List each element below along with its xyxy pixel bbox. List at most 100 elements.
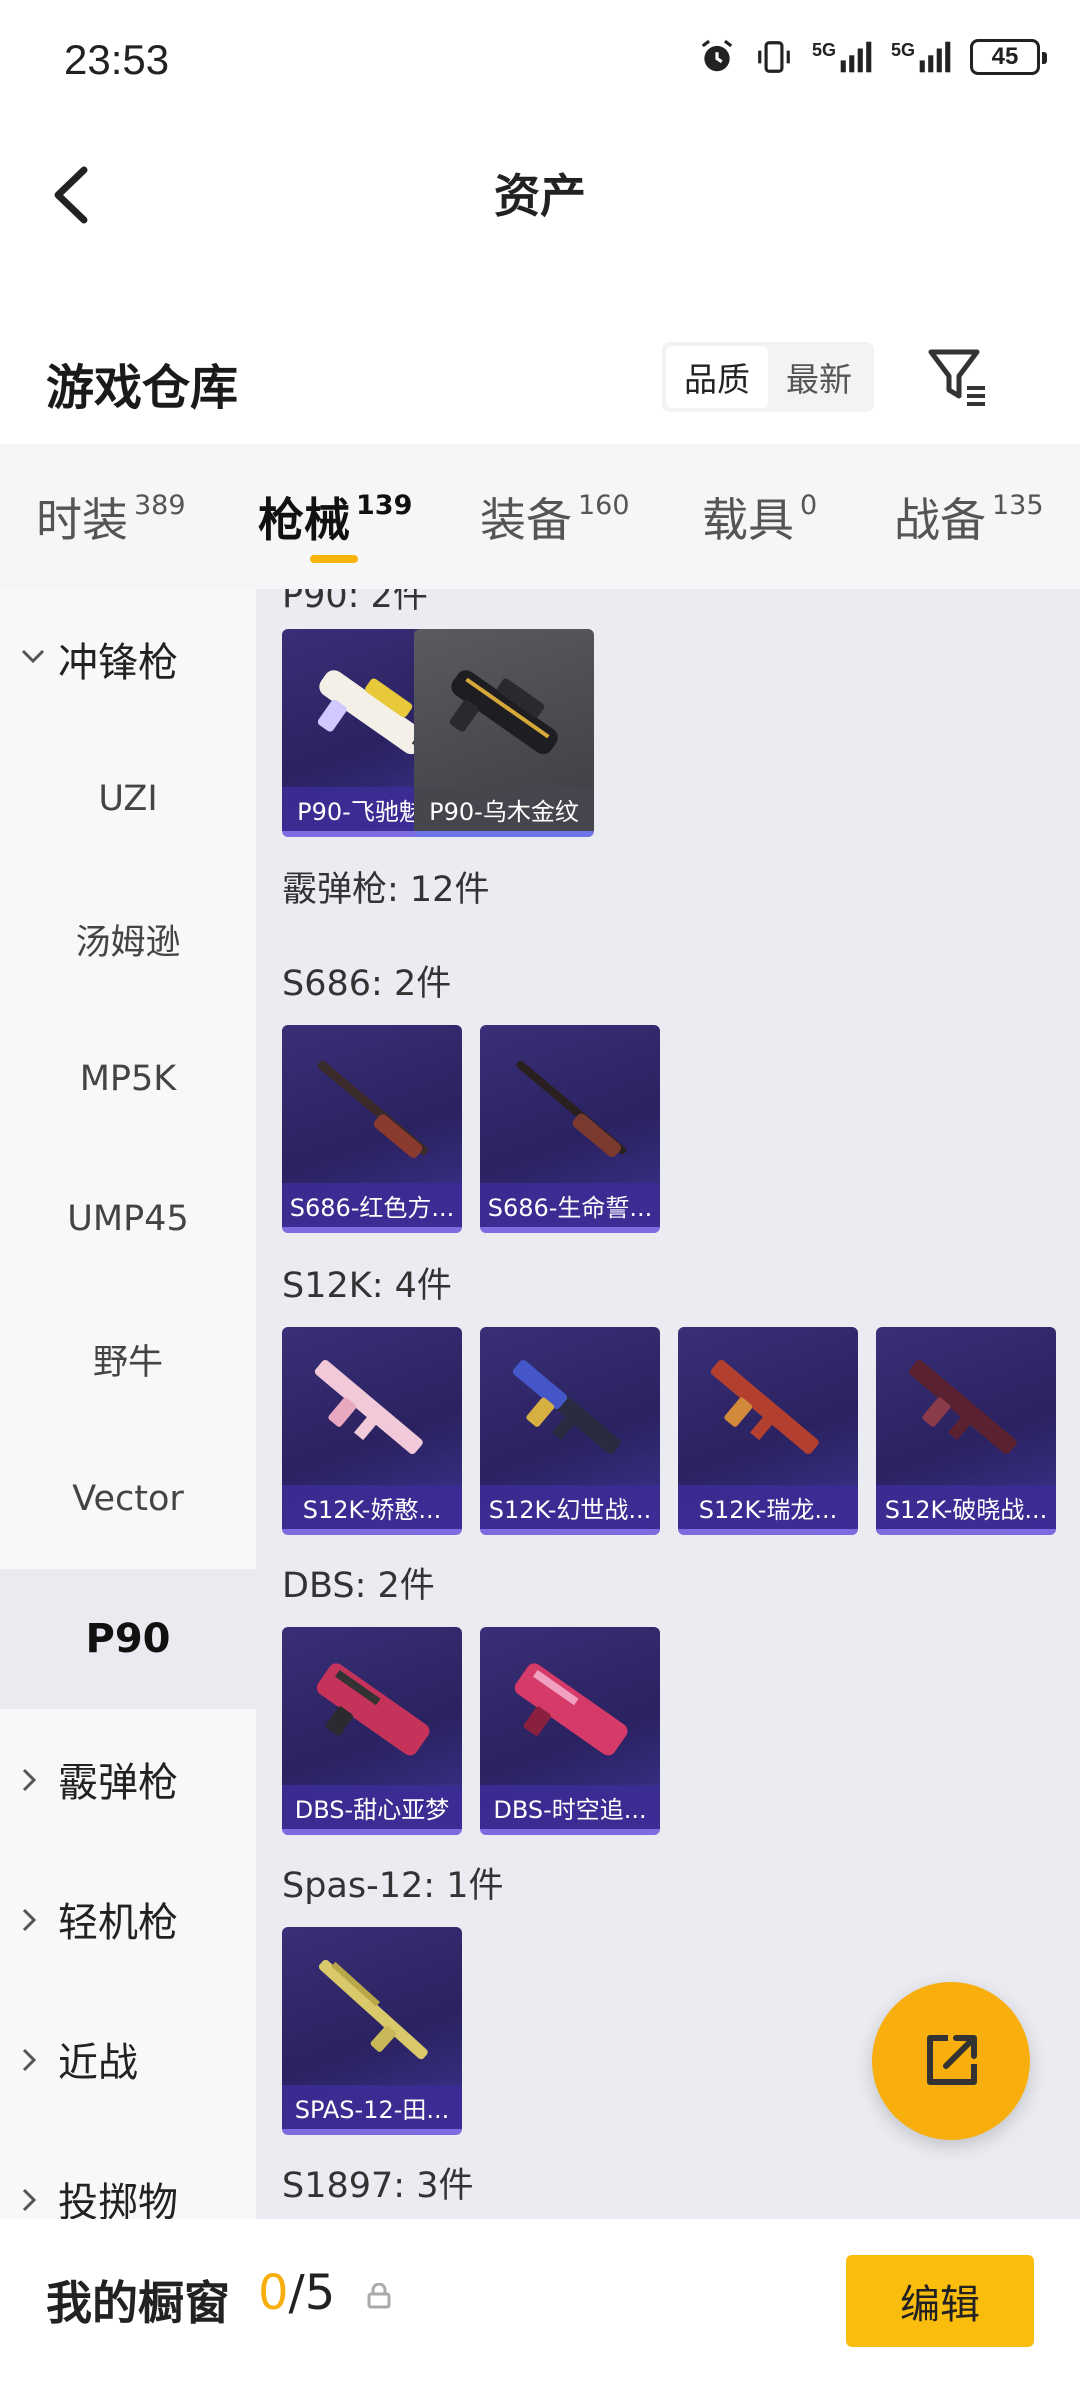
signal-5g-2: 5G — [891, 40, 952, 74]
sidebar-group-label: 冲锋枪 — [58, 640, 178, 686]
category-tabs: 时装 389 枪械 139 装备 160 载具 0 战备 135 — [0, 444, 1080, 589]
title-bar: 资产 — [0, 140, 1080, 250]
sidebar-item-thompson[interactable]: 汤姆逊 — [0, 869, 256, 1009]
weapon-card[interactable]: S12K-幻世战... — [480, 1327, 660, 1535]
lock-icon — [367, 2283, 391, 2309]
share-external-icon — [927, 2035, 977, 2085]
section-header-s1897: S1897: 3件 — [282, 2166, 474, 2206]
tab-vehicles[interactable]: 载具 0 — [702, 484, 817, 550]
weapon-skin-image — [449, 670, 558, 755]
signal-label-2: 5G — [890, 40, 915, 60]
tab-count: 389 — [134, 490, 186, 521]
showcase-title: 我的橱窗 — [46, 2276, 230, 2330]
tab-guns[interactable]: 枪械 139 — [258, 484, 412, 550]
weapon-card-label: S686-红色方... — [282, 1183, 462, 1227]
weapon-skin-image — [316, 1663, 430, 1756]
sidebar-group-label: 投掷物 — [58, 2180, 178, 2219]
share-fab[interactable] — [872, 1982, 1030, 2140]
sidebar-group-label: 轻机枪 — [58, 1900, 178, 1946]
signal-label-1: 5G — [811, 40, 836, 60]
weapon-content-list: P90: 2件 P90-飞驰魅影 P90-乌木金纹 霰弹枪: 12件 S686:… — [256, 589, 1080, 2219]
weapon-card-label: S12K-娇憨... — [282, 1485, 462, 1529]
signal-bars-icon — [840, 41, 872, 73]
filter-button[interactable] — [925, 344, 991, 410]
status-bar: 23:53 5G 5G 45 — [0, 0, 1080, 125]
status-time: 23:53 — [64, 36, 170, 83]
tab-count: 160 — [578, 490, 630, 521]
section-header-dbs: DBS: 2件 — [282, 1566, 435, 1606]
filter-icon — [928, 349, 985, 406]
sidebar-item-bizon[interactable]: 野牛 — [0, 1289, 256, 1429]
weapon-card-label: S12K-瑞龙... — [678, 1485, 858, 1529]
tab-label: 装备 — [480, 493, 572, 547]
weapon-card-label: SPAS-12-田... — [282, 2085, 462, 2129]
weapon-card-label: DBS-时空追... — [480, 1785, 660, 1829]
active-tab-indicator — [310, 555, 358, 563]
weapon-skin-image — [908, 1359, 1017, 1455]
weapon-skin-image — [314, 1359, 423, 1455]
warehouse-title: 游戏仓库 — [46, 360, 239, 416]
weapon-card[interactable]: S686-红色方... — [282, 1025, 462, 1233]
sort-toggle: 品质 最新 — [662, 342, 874, 412]
sidebar-item-mp5k[interactable]: MP5K — [0, 1009, 256, 1149]
sidebar-item-vector[interactable]: Vector — [0, 1429, 256, 1569]
section-header-spas: Spas-12: 1件 — [282, 1866, 504, 1906]
chevron-right-icon — [22, 2048, 37, 2072]
showcase-count-current: 0 — [258, 2265, 289, 2321]
tab-count: 139 — [356, 490, 413, 521]
sidebar-group-shotgun[interactable]: 霰弹枪 — [0, 1709, 256, 1849]
weapon-card[interactable]: P90-乌木金纹 — [414, 629, 594, 837]
sidebar-item-uzi[interactable]: UZI — [0, 729, 256, 869]
weapon-skin-image — [516, 1060, 627, 1158]
alarm-icon — [701, 39, 733, 72]
sidebar-group-smg[interactable]: 冲锋枪 — [0, 589, 256, 729]
sort-latest-option[interactable]: 最新 — [768, 346, 870, 408]
tab-supplies[interactable]: 战备 135 — [894, 484, 1044, 550]
sidebar-group-label: 近战 — [58, 2040, 138, 2086]
weapon-card[interactable]: S12K-破晓战... — [876, 1327, 1056, 1535]
sidebar-item-ump45[interactable]: UMP45 — [0, 1149, 256, 1289]
weapon-card-label: DBS-甜心亚梦 — [282, 1785, 462, 1829]
weapon-skin-image — [318, 1959, 428, 2060]
tab-label: 载具 — [702, 493, 794, 547]
sidebar-item-p90[interactable]: P90 — [0, 1569, 256, 1709]
weapon-card-label: S12K-幻世战... — [480, 1485, 660, 1529]
showcase-bar: 我的橱窗 0/5 编辑 — [0, 2219, 1080, 2382]
weapon-skin-image — [514, 1663, 628, 1756]
weapon-card[interactable]: S12K-娇憨... — [282, 1327, 462, 1535]
weapon-card[interactable]: DBS-甜心亚梦 — [282, 1627, 462, 1835]
sidebar-group-throwables[interactable]: 投掷物 — [0, 2129, 256, 2219]
chevron-down-icon — [21, 649, 45, 664]
weapon-sidebar: 冲锋枪 UZI 汤姆逊 MP5K UMP45 野牛 Vector P90 霰弹枪… — [0, 589, 256, 2219]
battery-icon: 45 — [970, 39, 1047, 75]
weapon-card[interactable]: DBS-时空追... — [480, 1627, 660, 1835]
status-icons: 5G 5G 45 — [698, 38, 1047, 76]
tab-count: 0 — [800, 490, 818, 521]
weapon-skin-image — [710, 1359, 819, 1455]
tab-label: 战备 — [894, 493, 986, 547]
weapon-card-label: P90-乌木金纹 — [414, 787, 594, 831]
warehouse-row: 游戏仓库 品质 最新 — [0, 330, 1080, 430]
section-header-p90: P90: 2件 — [282, 589, 428, 616]
tab-equipment[interactable]: 装备 160 — [480, 484, 630, 550]
weapon-card-label: S12K-破晓战... — [876, 1485, 1056, 1529]
chevron-right-icon — [22, 1768, 37, 1792]
tab-label: 枪械 — [258, 493, 350, 547]
sidebar-group-melee[interactable]: 近战 — [0, 1989, 256, 2129]
weapon-card[interactable]: S686-生命誓... — [480, 1025, 660, 1233]
tab-count: 135 — [992, 490, 1044, 521]
vibrate-icon — [758, 41, 790, 73]
edit-button[interactable]: 编辑 — [846, 2255, 1034, 2347]
tab-label: 时装 — [36, 493, 128, 547]
page-title: 资产 — [494, 169, 586, 223]
sort-quality-option[interactable]: 品质 — [666, 346, 768, 408]
weapon-card[interactable]: SPAS-12-田... — [282, 1927, 462, 2135]
section-header-shotgun: 霰弹枪: 12件 — [282, 870, 490, 910]
section-header-s686: S686: 2件 — [282, 964, 452, 1004]
sidebar-group-label: 霰弹枪 — [58, 1760, 178, 1806]
signal-5g-1: 5G — [812, 40, 873, 74]
weapon-skin-image — [317, 1060, 429, 1158]
weapon-card[interactable]: S12K-瑞龙... — [678, 1327, 858, 1535]
tab-fashion[interactable]: 时装 389 — [36, 484, 186, 550]
sidebar-group-lmg[interactable]: 轻机枪 — [0, 1849, 256, 1989]
